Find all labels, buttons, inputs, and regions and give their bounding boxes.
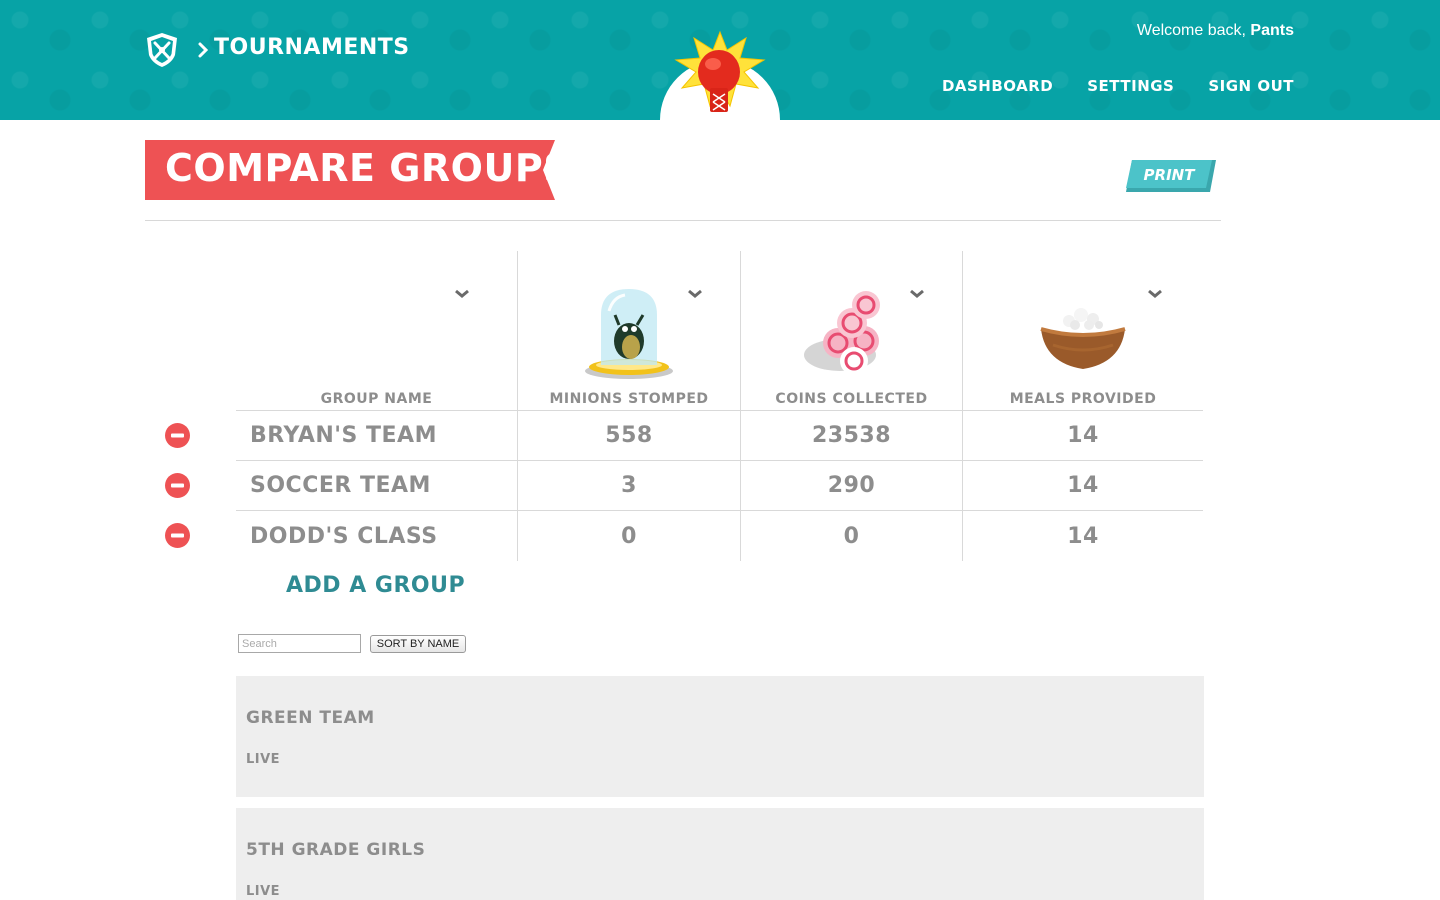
table-row: BRYAN'S TEAM 558 23538 14 bbox=[236, 411, 1203, 461]
pink-coins-stack-icon bbox=[803, 291, 880, 375]
column-label: MEALS PROVIDED bbox=[1009, 391, 1157, 407]
chevron-down-icon[interactable] bbox=[1147, 289, 1163, 299]
page-title: COMPARE GROUPS bbox=[165, 146, 572, 190]
nav-dashboard[interactable]: DASHBOARD bbox=[942, 77, 1053, 95]
coins-cell: 0 bbox=[740, 511, 962, 561]
column-coins-collected: COINS COLLECTED bbox=[740, 251, 962, 410]
print-label[interactable]: PRINT bbox=[1126, 166, 1212, 184]
group-card-status: LIVE bbox=[246, 884, 281, 899]
chevron-right-icon bbox=[198, 42, 209, 58]
table-row: DODD'S CLASS 0 0 14 bbox=[236, 511, 1203, 561]
coins-cell: 23538 bbox=[740, 411, 962, 460]
compare-table: GROUP NAME MINIONS STOMPED COINS COLLECT… bbox=[236, 251, 1203, 561]
chevron-down-icon[interactable] bbox=[909, 289, 925, 299]
chevron-down-icon[interactable] bbox=[687, 289, 703, 299]
column-group-name: GROUP NAME bbox=[236, 251, 517, 410]
remove-group-icon[interactable] bbox=[165, 523, 190, 548]
group-card[interactable]: GREEN TEAM LIVE bbox=[236, 676, 1204, 797]
welcome-prefix: Welcome back, bbox=[1136, 22, 1246, 39]
meals-cell: 14 bbox=[962, 511, 1203, 561]
shield-logo-icon[interactable] bbox=[144, 31, 180, 69]
coins-cell: 290 bbox=[740, 461, 962, 510]
user-name: Pants bbox=[1250, 22, 1294, 39]
main-nav: DASHBOARD SETTINGS SIGN OUT bbox=[942, 77, 1294, 95]
minion-in-glass-dome-icon bbox=[585, 289, 673, 379]
remove-group-icon[interactable] bbox=[165, 423, 190, 448]
minions-cell: 0 bbox=[517, 511, 740, 561]
search-input[interactable] bbox=[238, 634, 361, 653]
divider bbox=[145, 220, 1221, 221]
breadcrumb-tournaments[interactable]: TOURNAMENTS bbox=[214, 35, 410, 60]
meals-cell: 14 bbox=[962, 411, 1203, 460]
rice-bowl-icon bbox=[1040, 308, 1126, 369]
group-card-name: 5TH GRADE GIRLS bbox=[246, 840, 426, 860]
boxing-glove-burst-icon bbox=[674, 30, 766, 112]
group-name-cell: DODD'S CLASS bbox=[250, 523, 438, 549]
column-meals-provided: MEALS PROVIDED bbox=[962, 251, 1203, 410]
group-name-cell: SOCCER TEAM bbox=[250, 473, 431, 498]
column-minions-stomped: MINIONS STOMPED bbox=[517, 251, 740, 410]
group-card[interactable]: 5TH GRADE GIRLS LIVE bbox=[236, 808, 1204, 900]
nav-settings[interactable]: SETTINGS bbox=[1087, 77, 1174, 95]
column-label: COINS COLLECTED bbox=[775, 391, 928, 407]
add-group-link[interactable]: ADD A GROUP bbox=[286, 573, 465, 598]
minions-cell: 558 bbox=[517, 411, 740, 460]
table-header-row: GROUP NAME MINIONS STOMPED COINS COLLECT… bbox=[236, 251, 1203, 411]
chevron-down-icon[interactable] bbox=[454, 289, 470, 299]
nav-sign-out[interactable]: SIGN OUT bbox=[1208, 77, 1294, 95]
table-row: SOCCER TEAM 3 290 14 bbox=[236, 461, 1203, 511]
minions-cell: 3 bbox=[517, 461, 740, 510]
welcome-message: Welcome back, Pants bbox=[1137, 22, 1294, 40]
meals-cell: 14 bbox=[962, 461, 1203, 510]
remove-group-icon[interactable] bbox=[165, 473, 190, 498]
column-label: MINIONS STOMPED bbox=[549, 391, 709, 407]
group-name-cell: BRYAN'S TEAM bbox=[250, 423, 437, 448]
sort-by-name-button[interactable]: SORT BY NAME bbox=[370, 635, 466, 653]
group-card-status: LIVE bbox=[246, 752, 281, 767]
group-card-name: GREEN TEAM bbox=[246, 708, 375, 728]
column-label: GROUP NAME bbox=[320, 391, 433, 407]
